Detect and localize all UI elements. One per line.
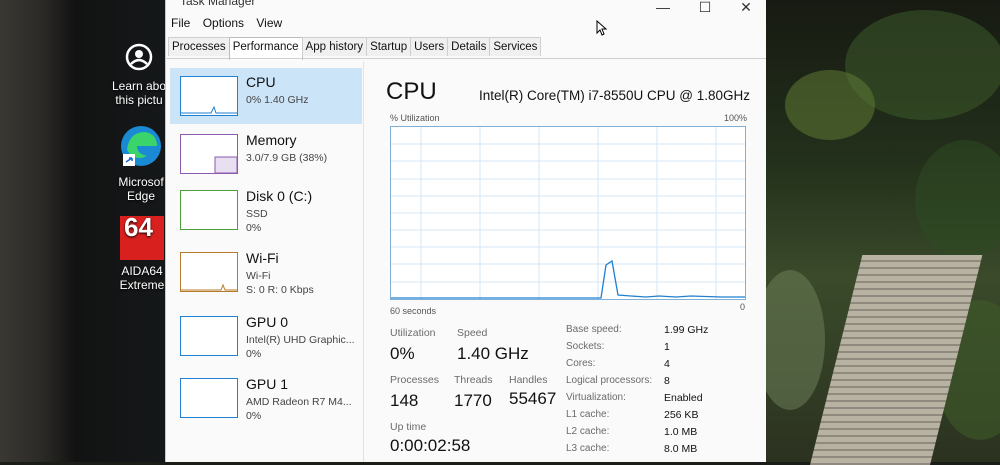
resource-detail: 3.0/7.9 GB (38%)	[246, 152, 328, 164]
tab-bar: Processes Performance App history Startup Us…	[168, 37, 542, 60]
detail-label: Sockets:	[566, 341, 605, 352]
handles-value: 55467	[509, 389, 557, 408]
menu-file[interactable]: File	[171, 14, 190, 32]
utilization-value: 0%	[390, 344, 415, 363]
resource-detail: Intel(R) UHD Graphic...	[246, 334, 355, 346]
memory-mini-graph	[180, 134, 238, 174]
detail-value: 1.99 GHz	[664, 324, 709, 336]
desktop-icon-label: AIDA64	[121, 264, 163, 278]
wifi-mini-graph	[180, 252, 238, 292]
cpu-detail-panel: CPU Intel(R) Core(TM) i7-8550U CPU @ 1.8…	[376, 70, 756, 460]
gpu1-mini-graph	[180, 378, 238, 418]
resource-item-gpu1[interactable]: GPU 1 AMD Radeon R7 M4... 0%	[170, 370, 362, 426]
detail-value: 8	[664, 375, 670, 387]
aida64-icon: 64	[120, 212, 164, 260]
cpu-graph-svg	[391, 127, 745, 299]
task-manager-window: Task Manager — ☐ ✕ File Options View Pro…	[165, 0, 766, 462]
resource-detail: SSD	[246, 208, 268, 220]
menu-bar: File Options View	[166, 14, 766, 34]
resource-detail-2: 0%	[246, 348, 262, 360]
speed-value: 1.40 GHz	[457, 344, 529, 363]
desktop-icon-aida64[interactable]: 64 AIDA64 Extreme	[116, 212, 168, 292]
resource-detail: Wi-Fi	[246, 270, 271, 282]
desktop-icon-label: Extreme	[119, 278, 165, 292]
tab-processes[interactable]: Processes	[168, 37, 230, 56]
detail-label: Virtualization:	[566, 392, 626, 403]
detail-label: Base speed:	[566, 324, 622, 335]
resource-item-memory[interactable]: Memory 3.0/7.9 GB (38%)	[170, 126, 362, 182]
tab-users[interactable]: Users	[410, 37, 449, 56]
detail-value: 4	[664, 358, 670, 370]
detail-label: L1 cache:	[566, 409, 610, 420]
edge-icon	[114, 124, 168, 171]
disk-mini-graph	[180, 190, 238, 230]
camera-icon	[110, 42, 168, 75]
tab-performance[interactable]: Performance	[228, 37, 303, 60]
resource-name: Memory	[246, 132, 297, 148]
resource-detail: AMD Radeon R7 M4...	[246, 396, 352, 408]
resource-detail-2: S: 0 R: 0 Kbps	[246, 284, 314, 296]
graph-x-label: 60 seconds	[390, 306, 437, 316]
mouse-cursor-icon	[596, 19, 608, 41]
cpu-model-name: Intel(R) Core(TM) i7-8550U CPU @ 1.80GHz	[479, 88, 751, 103]
tab-divider	[166, 58, 766, 59]
gpu0-mini-graph	[180, 316, 238, 356]
detail-label: L3 cache:	[566, 443, 610, 454]
panel-title: CPU	[386, 78, 437, 105]
graph-x-min-label: 0	[740, 302, 746, 312]
processes-value: 148	[390, 391, 419, 410]
detail-value: 8.0 MB	[664, 443, 698, 455]
resource-item-disk[interactable]: Disk 0 (C:) SSD 0%	[170, 182, 362, 238]
resource-item-gpu0[interactable]: GPU 0 Intel(R) UHD Graphic... 0%	[170, 308, 362, 364]
resource-name: GPU 0	[246, 314, 289, 330]
desktop-icon-edge[interactable]: Microsof Edge	[114, 124, 168, 203]
desktop-icon-learn-about-picture[interactable]: Learn abo this pictu	[110, 42, 168, 107]
resource-list: CPU 0% 1.40 GHz Memory 3.0/7.9 GB (38%) …	[166, 62, 364, 462]
resource-name: CPU	[246, 74, 276, 90]
speed-label: Speed	[457, 327, 488, 339]
cpu-mini-graph	[180, 76, 238, 116]
detail-value: 1	[664, 341, 670, 353]
tab-details[interactable]: Details	[447, 37, 491, 56]
graph-y-label: % Utilization	[390, 113, 440, 123]
resource-detail: 0% 1.40 GHz	[246, 94, 309, 106]
resource-name: Wi-Fi	[246, 250, 279, 266]
resource-detail-2: 0%	[246, 222, 262, 234]
detail-value: Enabled	[664, 392, 703, 404]
detail-value: 256 KB	[664, 409, 699, 421]
utilization-label: Utilization	[390, 327, 436, 339]
menu-view[interactable]: View	[256, 14, 282, 32]
detail-value: 1.0 MB	[664, 426, 698, 438]
resource-item-wifi[interactable]: Wi-Fi Wi-Fi S: 0 R: 0 Kbps	[170, 244, 362, 300]
detail-label: Cores:	[566, 358, 596, 369]
resource-item-cpu[interactable]: CPU 0% 1.40 GHz	[170, 68, 362, 124]
detail-label: Logical processors:	[566, 375, 653, 386]
desktop-icon-label: Learn abo	[111, 79, 167, 93]
graph-y-max-label: 100%	[724, 113, 748, 123]
tab-startup[interactable]: Startup	[366, 37, 412, 56]
processes-label: Processes	[390, 374, 440, 386]
tab-app-history[interactable]: App history	[301, 37, 368, 56]
desktop-icon-label: this pictu	[115, 93, 163, 107]
title-bar[interactable]: Task Manager — ☐ ✕	[166, 0, 766, 15]
minimize-button[interactable]: —	[648, 0, 678, 15]
cpu-utilization-graph	[390, 126, 746, 300]
threads-label: Threads	[454, 374, 493, 386]
desktop-icon-label: Edge	[126, 189, 156, 203]
tab-services[interactable]: Services	[489, 37, 542, 56]
detail-label: L2 cache:	[566, 426, 610, 437]
resource-detail-2: 0%	[246, 410, 262, 422]
uptime-value: 0:00:02:58	[390, 436, 471, 455]
resource-name: GPU 1	[246, 376, 289, 392]
resource-name: Disk 0 (C:)	[246, 188, 313, 204]
window-title: Task Manager	[180, 0, 256, 8]
handles-label: Handles	[509, 374, 548, 386]
uptime-label: Up time	[390, 421, 427, 433]
menu-options[interactable]: Options	[203, 14, 244, 32]
aida64-badge-text: 64	[124, 212, 153, 242]
threads-value: 1770	[454, 391, 492, 410]
desktop-icon-label: Microsof	[118, 175, 164, 189]
